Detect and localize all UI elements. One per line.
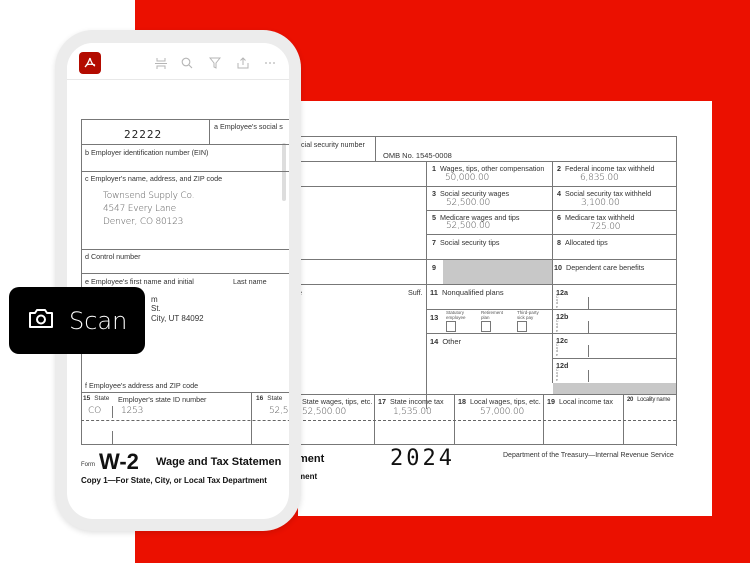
box-14-label: 14 Other — [430, 337, 462, 346]
box-2-value[interactable]: 6,835.00 — [580, 173, 619, 183]
box-3-value[interactable]: 52,500.00 — [446, 198, 490, 208]
form-title-partial: ment — [298, 453, 325, 465]
box-9-shaded — [443, 260, 552, 284]
box-7-label: 7 Social security tips — [432, 238, 500, 247]
employer-city: Denver, CO 80123 — [103, 217, 184, 227]
box-1-label: 1 Wages, tips, other compensation — [432, 164, 545, 173]
retirement-plan-label: Retirement plan — [481, 310, 504, 320]
copy-label: Copy 1—For State, City, or Local Tax Dep… — [81, 476, 267, 485]
form-name: W-2 — [99, 449, 139, 474]
box-2-label: 2 Federal income tax withheld — [557, 164, 655, 173]
scan-label: Scan — [69, 306, 128, 335]
scan-button[interactable]: Scan — [9, 287, 145, 354]
box-4-value[interactable]: 3,100.00 — [581, 198, 620, 208]
box-6-value[interactable]: 725.00 — [590, 222, 620, 232]
box-18-label: 18 Local wages, tips, etc. — [458, 397, 541, 406]
box-17-value[interactable]: 1,535.00 — [393, 407, 432, 417]
suffix-label: Suff. — [408, 288, 423, 297]
box-1-value[interactable]: 50,000.00 — [445, 173, 489, 183]
void-code: 22222 — [124, 128, 163, 141]
ssn-label: cial security number — [301, 140, 365, 149]
more-icon[interactable] — [263, 56, 277, 70]
box-8-label: 8 Allocated tips — [557, 238, 608, 247]
box-16-value-partial[interactable]: 52,50 — [269, 406, 289, 416]
box-9-label: 9 — [432, 263, 436, 272]
box-18-value[interactable]: 57,000.00 — [480, 407, 524, 417]
box-16-label-partial: 16 State — [256, 395, 283, 402]
box-5-value[interactable]: 52,500.00 — [446, 221, 490, 231]
tax-year: 2024 — [390, 446, 455, 471]
employee-address-label: f Employee's address and ZIP code — [85, 381, 199, 390]
box-16-value[interactable]: 52,500.00 — [302, 407, 346, 417]
search-icon[interactable] — [180, 56, 194, 70]
retirement-plan-checkbox[interactable] — [481, 321, 491, 332]
box-15-label: 15 State — [83, 395, 110, 402]
acrobat-logo-icon[interactable] — [79, 52, 101, 74]
w2-document: cial security number OMB No. 1545-0008 1… — [298, 101, 712, 516]
state-id-value[interactable]: 1253 — [121, 406, 143, 416]
omb-number: OMB No. 1545-0008 — [383, 151, 452, 160]
box-4-label: 4 Social security tax withheld — [557, 189, 652, 198]
box-19-label: 19 Local income tax — [547, 397, 613, 406]
employer-name: Townsend Supply Co. — [103, 191, 195, 201]
box-3-label: 3 Social security wages — [432, 189, 510, 198]
app-toolbar — [67, 43, 289, 80]
form-title: Wage and Tax Statemen — [156, 456, 282, 468]
share-icon[interactable] — [236, 56, 250, 70]
box-20-label: 20 Locality name — [627, 397, 671, 403]
scan-crop-icon[interactable] — [154, 56, 168, 70]
employee-name-label: e Employee's first name and initial — [85, 277, 194, 286]
phone-frame: 22222 a Employee's social s b Employer i… — [55, 30, 301, 531]
third-party-sick-pay-label: Third-party sick pay — [517, 310, 539, 320]
phone-screen: 22222 a Employee's social s b Employer i… — [67, 43, 289, 519]
filter-icon[interactable] — [208, 56, 222, 70]
box-10-label: 10 Dependent care benefits — [554, 263, 645, 272]
ssn-label: a Employee's social s — [214, 122, 283, 131]
box-16-label: State wages, tips, etc. — [302, 397, 373, 406]
state-code[interactable]: CO — [88, 406, 101, 416]
form-label: Form — [81, 462, 95, 468]
box-11-label: 11 Nonqualified plans — [430, 288, 504, 297]
camera-icon — [27, 307, 55, 334]
box-17-label: 17 State income tax — [378, 397, 444, 406]
employer-street: 4547 Every Lane — [103, 204, 176, 214]
treasury-dept-label: Department of the Treasury—Internal Reve… — [503, 452, 674, 459]
statutory-employee-label: Statutory employee — [446, 310, 466, 320]
control-number-label: d Control number — [85, 252, 141, 261]
employee-city: City, UT 84092 — [151, 314, 204, 323]
phone-w2-form: 22222 a Employee's social s b Employer i… — [81, 119, 289, 485]
third-party-sick-pay-checkbox[interactable] — [517, 321, 527, 332]
ein-label: b Employer identification number (EIN) — [85, 148, 209, 157]
last-name-label: Last name — [233, 277, 267, 286]
box-13-label: 13 — [430, 313, 439, 322]
statutory-employee-checkbox[interactable] — [446, 321, 456, 332]
state-id-label: Employer's state ID number — [118, 395, 207, 404]
employer-label: c Employer's name, address, and ZIP code — [85, 174, 223, 183]
box-6-label: 6 Medicare tax withheld — [557, 213, 635, 222]
